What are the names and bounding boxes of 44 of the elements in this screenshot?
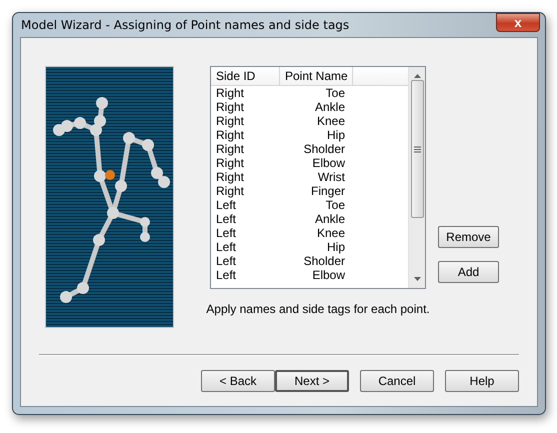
point-name-cell-text: Sholder [302, 254, 346, 268]
next-button[interactable]: Next > [275, 370, 349, 392]
point-name-cell-text: Wrist [316, 170, 346, 184]
side-cell-text: Right [215, 128, 246, 142]
remove-button[interactable]: Remove [438, 226, 499, 248]
point-name-cell-text: Ankle [314, 212, 346, 226]
side-cell-text: Left [215, 226, 238, 240]
point-name-cell-text: Toe [324, 198, 346, 212]
cancel-button[interactable]: Cancel [360, 370, 434, 392]
point-name-cell-text: Ankle [314, 100, 346, 114]
add-button[interactable]: Add [438, 261, 499, 283]
side-cell-text: Right [215, 156, 246, 170]
point-name-cell-text: Hip [326, 128, 346, 142]
point-name-cell-text: Elbow [311, 268, 346, 282]
side-cell-text: Right [215, 142, 246, 156]
point-name-cell-text: Finger [310, 184, 346, 198]
scroll-down-icon[interactable] [414, 277, 420, 281]
side-cell-text: Right [215, 114, 246, 128]
point-name-cell-text: Toe [324, 86, 346, 100]
point-name-cell-text: Sholder [302, 142, 346, 156]
side-cell-text: Right [215, 86, 246, 100]
column-header[interactable]: Point Name [280, 67, 353, 85]
instruction-text: Apply names and side tags for each point. [206, 301, 430, 318]
point-name-cell-text: Elbow [311, 156, 346, 170]
column-header[interactable]: Side ID [211, 67, 280, 85]
window-title: Model Wizard - Assigning of Point names and side tags [20, 17, 350, 34]
point-name-cell-text: Hip [326, 240, 346, 254]
help-button[interactable]: Help [445, 370, 519, 392]
side-cell-text: Left [215, 198, 238, 212]
scroll-up-icon[interactable] [414, 74, 420, 78]
side-cell-text: Left [215, 268, 238, 282]
point-name-cell-text: Knee [316, 114, 346, 128]
back-button[interactable]: < Back [201, 370, 275, 392]
side-cell-text: Left [215, 254, 238, 268]
point-name-cell-text: Knee [316, 226, 346, 240]
scroll-thumb[interactable] [410, 80, 424, 218]
side-cell-text: Right [215, 100, 246, 114]
side-cell-text: Right [215, 170, 246, 184]
close-button[interactable]: x [496, 13, 540, 32]
side-cell-text: Right [215, 184, 246, 198]
grip-icon [414, 146, 420, 152]
side-cell-text: Left [215, 240, 238, 254]
scrollbar[interactable] [408, 67, 425, 288]
side-cell-text: Left [215, 212, 238, 226]
